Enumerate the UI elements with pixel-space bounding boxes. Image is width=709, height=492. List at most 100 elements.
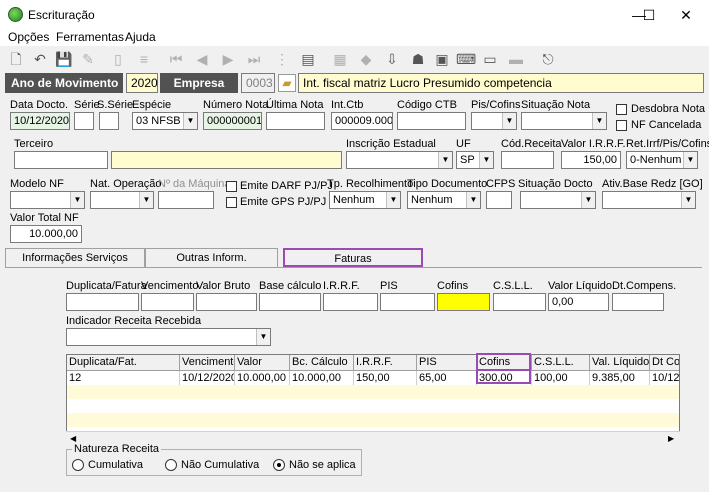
open-folder-icon[interactable]: ▰ [278, 74, 296, 92]
radio-nao-se-aplica[interactable] [273, 459, 285, 471]
serie-field[interactable] [74, 112, 94, 130]
bar-icon[interactable]: ▬ [506, 49, 526, 69]
table-row-empty[interactable] [67, 413, 679, 427]
print-icon[interactable]: ▤ [298, 49, 318, 69]
tipo-documento-select[interactable]: Nenhum ▼ [407, 191, 481, 209]
situacao-nota-select[interactable]: ▼ [521, 112, 607, 130]
int-ctb-field[interactable]: 000009.0002 [331, 112, 393, 130]
ativ-base-select[interactable]: ▼ [602, 191, 696, 209]
terceiro-code-field[interactable] [14, 151, 108, 169]
nao-se-aplica-label: Não se aplica [289, 459, 356, 471]
report-icon[interactable]: ▦ [330, 49, 350, 69]
grid-cell[interactable]: 150,00 [354, 371, 417, 385]
grid-cell[interactable]: 10.000,00 [235, 371, 290, 385]
grid-cell[interactable]: 65,00 [417, 371, 477, 385]
monitor-icon[interactable]: ▭ [480, 49, 500, 69]
tag-icon[interactable]: ◆ [356, 49, 376, 69]
radio-cumulativa[interactable] [72, 459, 84, 471]
valor-liquido-field[interactable]: 0,00 [548, 293, 609, 311]
csll-field[interactable] [493, 293, 546, 311]
ret-irrf-select[interactable]: 0-Nenhum ▼ [626, 151, 698, 169]
data-docto-field[interactable]: 10/12/2020 [10, 112, 70, 130]
grid-header[interactable]: Val. Líquido [590, 355, 650, 371]
grid-header[interactable]: Dt Com [650, 355, 679, 371]
grid-header[interactable]: Vencimento [180, 355, 235, 371]
sserie-field[interactable] [99, 112, 119, 130]
nf-cancelada-checkbox[interactable] [616, 120, 627, 131]
indicador-receita-select[interactable]: ▼ [66, 328, 271, 346]
tab-outras-inform[interactable]: Outras Inform. [145, 248, 278, 267]
codigo-ctb-field[interactable] [397, 112, 466, 130]
nat-operacao-select[interactable]: ▼ [90, 191, 154, 209]
emite-darf-checkbox[interactable] [226, 181, 237, 192]
especie-select[interactable]: 03 NFSB ▼ [132, 112, 198, 130]
vencimento-field[interactable] [141, 293, 194, 311]
grid-cell[interactable]: 10.000,00 [290, 371, 354, 385]
scroll-right-icon[interactable]: ▶ [668, 434, 674, 443]
grid-header[interactable]: PIS [417, 355, 477, 371]
keyboard-icon[interactable]: ⌨ [456, 49, 476, 69]
grid-header[interactable]: Bc. Cálculo [290, 355, 354, 371]
grid-cell[interactable]: 100,00 [532, 371, 590, 385]
menu-opcoes[interactable]: Opções [8, 30, 49, 44]
empresa-code-field[interactable]: 0003 [241, 73, 275, 93]
grid-header[interactable]: Duplicata/Fat. [67, 355, 180, 371]
grid-header[interactable]: I.R.R.F. [354, 355, 417, 371]
tree-icon[interactable]: ⋮ [272, 49, 292, 69]
grid-header[interactable]: C.S.L.L. [532, 355, 590, 371]
modelo-nf-select[interactable]: ▼ [10, 191, 85, 209]
cfps-field[interactable] [486, 191, 512, 209]
tp-recolhimento-select[interactable]: Nenhum ▼ [329, 191, 401, 209]
erase-icon[interactable]: ✎ [78, 49, 98, 69]
numero-nota-field[interactable]: 0000000012 [203, 112, 262, 130]
cod-receita-field[interactable] [501, 151, 554, 169]
insc-estadual-select[interactable]: ▼ [346, 151, 453, 169]
desdobra-nota-checkbox[interactable] [616, 104, 627, 115]
document-icon[interactable]: ▯ [108, 49, 128, 69]
irrf-field[interactable] [323, 293, 378, 311]
radio-nao-cumulativa[interactable] [165, 459, 177, 471]
grid-header[interactable]: Valor [235, 355, 290, 371]
close-button[interactable]: ✕ [663, 0, 709, 30]
terceiro-name-field[interactable] [111, 151, 342, 169]
dt-compens-field[interactable] [612, 293, 664, 311]
situacao-docto-select[interactable]: ▼ [520, 191, 596, 209]
valor-total-field[interactable]: 10.000,00 [10, 225, 82, 243]
emite-gps-checkbox[interactable] [226, 197, 237, 208]
new-doc-icon[interactable]: 🗋 [6, 49, 26, 69]
grid-cell[interactable]: 10/12/ [650, 371, 679, 385]
duplicata-field[interactable] [66, 293, 139, 311]
grid-cell[interactable]: 12 [67, 371, 180, 385]
ultima-nota-field[interactable] [266, 112, 325, 130]
table-row[interactable]: 12 10/12/2020 10.000,00 10.000,00 150,00… [67, 371, 679, 385]
pis-cofins-select[interactable]: ▼ [471, 112, 517, 130]
pis-field[interactable] [380, 293, 435, 311]
table-row-empty[interactable] [67, 385, 679, 399]
uf-select[interactable]: SP ▼ [456, 151, 494, 169]
ano-movimento-field[interactable]: 2020 [126, 73, 158, 93]
calculator-icon[interactable]: ▣ [432, 49, 452, 69]
tab-info-servicos[interactable]: Informações Serviços [5, 248, 145, 267]
undo-icon[interactable]: ↶ [30, 49, 50, 69]
menu-ferramentas[interactable]: Ferramentas [56, 30, 124, 44]
next-record-icon[interactable]: ▶ [218, 49, 238, 69]
save-icon[interactable]: 💾 [54, 49, 74, 69]
grid-cell[interactable]: 10/12/2020 [180, 371, 235, 385]
nfe-icon[interactable]: ≡ [134, 49, 154, 69]
user-icon[interactable]: ☗ [408, 49, 428, 69]
exit-icon[interactable]: ⎋ [538, 49, 558, 69]
first-record-icon[interactable]: ⏮ [166, 49, 186, 69]
valor-irrf-field[interactable]: 150,00 [561, 151, 621, 169]
table-row-empty[interactable] [67, 399, 679, 413]
base-calculo-field[interactable] [259, 293, 321, 311]
num-maquina-field[interactable] [158, 191, 214, 209]
scroll-left-icon[interactable]: ◀ [70, 434, 76, 443]
menu-ajuda[interactable]: Ajuda [125, 30, 156, 44]
previous-record-icon[interactable]: ◀ [192, 49, 212, 69]
last-record-icon[interactable]: ⏭ [244, 49, 264, 69]
import-icon[interactable]: ⇩ [382, 49, 402, 69]
tab-faturas[interactable]: Faturas [283, 248, 423, 267]
valor-bruto-field[interactable] [196, 293, 257, 311]
grid-cell[interactable]: 9.385,00 [590, 371, 650, 385]
cofins-field[interactable] [437, 293, 490, 311]
